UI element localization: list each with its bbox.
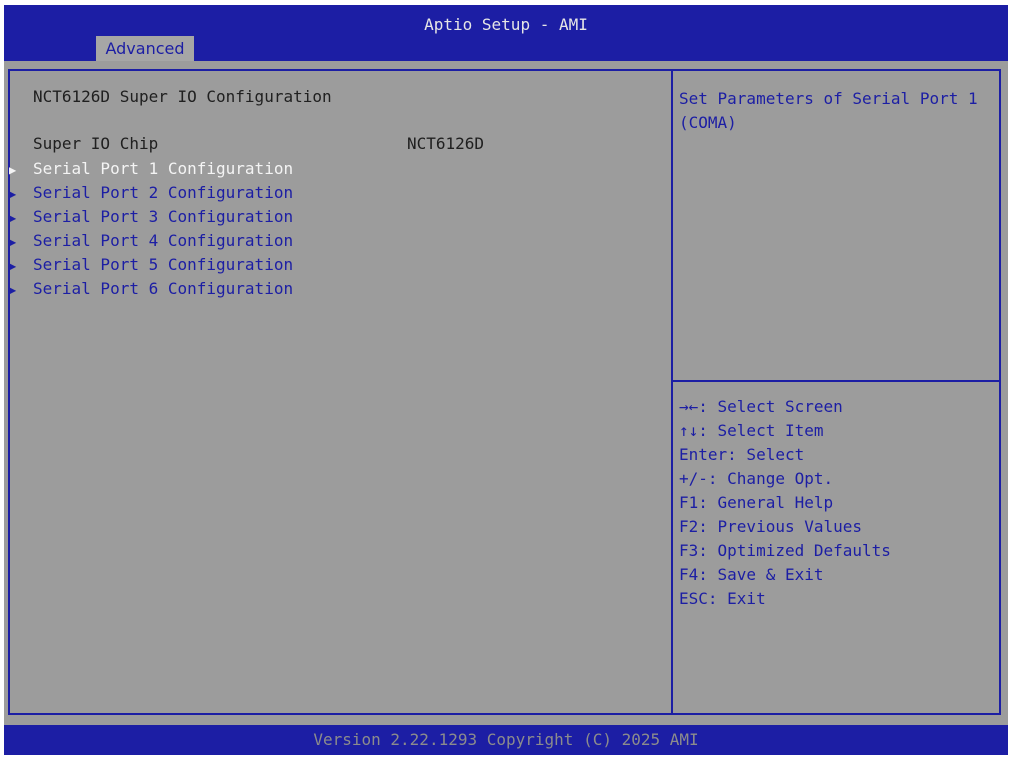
help-text: Set Parameters of Serial Port 1 (COMA) xyxy=(679,89,978,132)
app-title: Aptio Setup - AMI xyxy=(424,15,588,34)
menu-item-label: Serial Port 4 Configuration xyxy=(33,231,294,250)
triangle-right-icon: ▶ xyxy=(9,235,17,249)
help-divider xyxy=(673,380,1001,382)
triangle-right-icon: ▶ xyxy=(9,163,17,177)
key-hint: ESC: Exit xyxy=(679,589,766,608)
triangle-right-icon: ▶ xyxy=(9,259,17,273)
key-hint: →←: Select Screen xyxy=(679,397,843,416)
menu-item-label: Serial Port 2 Configuration xyxy=(33,183,294,202)
bios-screen: Aptio Setup - AMI Advanced NCT6126D Supe… xyxy=(4,5,1008,755)
menu-item-label: Serial Port 6 Configuration xyxy=(33,279,294,298)
key-hint: F4: Save & Exit xyxy=(679,565,824,584)
key-hint: +/-: Change Opt. xyxy=(679,469,834,488)
super-io-chip-label: Super IO Chip xyxy=(33,134,159,153)
triangle-right-icon: ▶ xyxy=(9,283,17,297)
menu-item-serial-port-3[interactable]: ▶ Serial Port 3 Configuration xyxy=(9,205,293,229)
menu-item-serial-port-4[interactable]: ▶ Serial Port 4 Configuration xyxy=(9,229,293,253)
menu-item-serial-port-2[interactable]: ▶ Serial Port 2 Configuration xyxy=(9,181,293,205)
menu-item-serial-port-5[interactable]: ▶ Serial Port 5 Configuration xyxy=(9,253,293,277)
tab-advanced[interactable]: Advanced xyxy=(96,36,194,61)
menu-item-serial-port-6[interactable]: ▶ Serial Port 6 Configuration xyxy=(9,277,293,301)
menu-item-label: Serial Port 3 Configuration xyxy=(33,207,294,226)
super-io-chip-value: NCT6126D xyxy=(407,134,485,153)
key-hint: F1: General Help xyxy=(679,493,834,512)
key-hint: Enter: Select xyxy=(679,445,805,464)
key-hint: F2: Previous Values xyxy=(679,517,863,536)
title-bar: Aptio Setup - AMI Advanced xyxy=(4,5,1008,61)
menu-item-serial-port-1[interactable]: ▶ Serial Port 1 Configuration xyxy=(9,157,293,181)
triangle-right-icon: ▶ xyxy=(9,211,17,225)
page-title: NCT6126D Super IO Configuration xyxy=(33,87,332,106)
key-legend: →←: Select Screen ↑↓: Select Item Enter:… xyxy=(679,395,891,611)
menu-item-label: Serial Port 5 Configuration xyxy=(33,255,294,274)
panel-divider xyxy=(671,69,673,715)
version-text: Version 2.22.1293 Copyright (C) 2025 AMI xyxy=(313,730,699,749)
menu-item-label: Serial Port 1 Configuration xyxy=(33,159,294,178)
footer-bar: Version 2.22.1293 Copyright (C) 2025 AMI xyxy=(4,725,1008,755)
key-hint: F3: Optimized Defaults xyxy=(679,541,891,560)
triangle-right-icon: ▶ xyxy=(9,187,17,201)
submenu-list: ▶ Serial Port 1 Configuration ▶ Serial Por… xyxy=(9,157,293,301)
key-hint: ↑↓: Select Item xyxy=(679,421,824,440)
